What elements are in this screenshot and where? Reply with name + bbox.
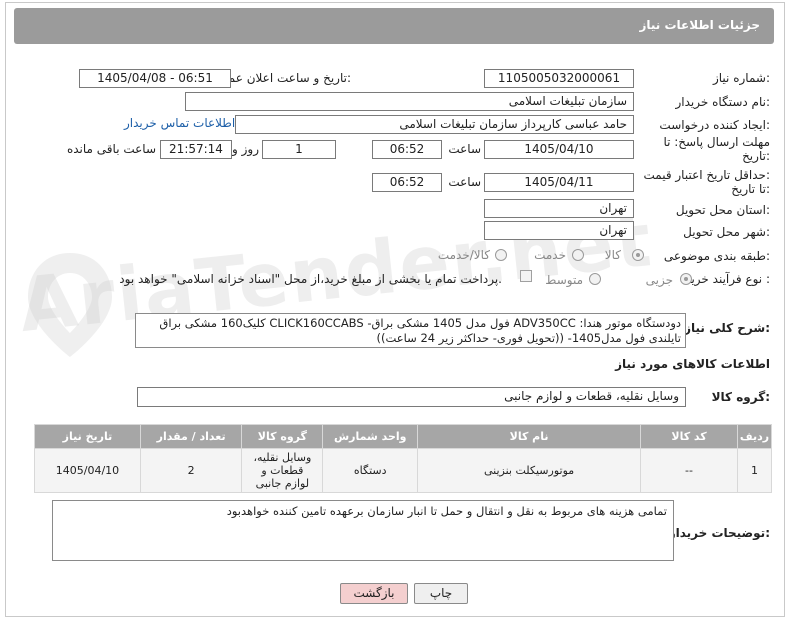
page-title: جزئیات اطلاعات نیاز	[639, 18, 760, 32]
validity-label-2: تا تاریخ:	[731, 182, 770, 196]
cell-item-code: --	[640, 448, 738, 493]
back-button[interactable]: بازگشت	[340, 583, 408, 604]
deadline-date-field: 1405/04/10	[484, 140, 634, 159]
category-service-radio[interactable]	[572, 249, 584, 261]
description-line-1: دودستگاه موتور هندا: ADV350CC فول مدل 14…	[159, 316, 681, 330]
cell-unit: دستگاه	[322, 448, 419, 493]
goods-group-label: گروه کالا:	[711, 390, 770, 404]
requester-label: ایجاد کننده درخواست:	[659, 118, 770, 132]
validity-label-1: حداقل تاریخ اعتبار قیمت:	[643, 168, 770, 182]
category-service-label: خدمت	[534, 248, 566, 262]
col-need-date: تاریخ نیاز	[34, 424, 141, 449]
announce-field: 1405/04/08 - 06:51	[79, 69, 231, 88]
province-field: تهران	[484, 199, 634, 218]
cell-group: وسایل نقلیه، قطعات و لوازم جانبی	[241, 448, 324, 493]
process-medium-radio[interactable]	[589, 273, 601, 285]
cell-row-num: 1	[736, 448, 773, 493]
col-quantity: تعداد / مقدار	[139, 424, 243, 449]
validity-time-label: ساعت	[448, 175, 481, 189]
days-label: روز و	[232, 142, 259, 156]
city-field: تهران	[484, 221, 634, 240]
col-item-name: نام کالا	[417, 424, 642, 449]
col-unit: واحد شمارش	[322, 424, 419, 449]
col-item-code: کد کالا	[640, 424, 738, 449]
process-medium-label: متوسط	[545, 273, 583, 287]
deadline-label-2: تاریخ:	[742, 149, 770, 163]
cell-need-date: 1405/04/10	[34, 448, 141, 493]
buyer-org-field: سازمان تبلیغات اسلامی	[185, 92, 634, 111]
process-partial-radio[interactable]	[680, 273, 692, 285]
category-goods-radio[interactable]	[632, 249, 644, 261]
buyer-org-label: نام دستگاه خریدار:	[675, 95, 771, 109]
goods-table: ردیف کد کالا نام کالا واحد شمارش گروه کا…	[34, 424, 773, 493]
process-label: نوع فرآیند خرید :	[685, 272, 770, 286]
treasury-payment-checkbox[interactable]	[520, 270, 532, 282]
cell-item-name: موتورسیکلت بنزینی	[417, 448, 642, 493]
table-header-row: ردیف کد کالا نام کالا واحد شمارش گروه کا…	[34, 424, 773, 449]
col-row-num: ردیف	[736, 424, 773, 449]
remaining-time-field: 21:57:14	[160, 140, 232, 159]
description-label: شرح کلی نیاز:	[684, 321, 770, 335]
cell-quantity: 2	[139, 448, 243, 493]
buyer-notes-textarea[interactable]: تمامی هزینه های مربوط به نقل و انتقال و …	[52, 500, 674, 561]
remaining-label: ساعت باقی مانده	[66, 142, 156, 156]
requester-field: حامد عباسی کارپرداز سازمان تبلیغات اسلام…	[235, 115, 634, 134]
category-both-label: کالا/خدمت	[437, 248, 490, 262]
header-bar: جزئیات اطلاعات نیاز	[14, 8, 774, 44]
category-both-radio[interactable]	[495, 249, 507, 261]
process-partial-label: جزیی	[645, 273, 673, 287]
days-remaining-field: 1	[262, 140, 336, 159]
goods-section-title: اطلاعات کالاهای مورد نیاز	[615, 357, 770, 371]
description-line-2: تایلندی فول مدل1405- ((تحویل فوری- حداکث…	[376, 331, 682, 345]
city-label: شهر محل تحویل:	[683, 225, 770, 239]
need-number-label: شماره نیاز:	[712, 71, 770, 85]
table-row: 1 -- موتورسیکلت بنزینی دستگاه وسایل نقلی…	[34, 448, 773, 493]
deadline-time-field: 06:52	[372, 140, 442, 159]
print-button[interactable]: چاپ	[414, 583, 468, 604]
treasury-payment-note: پرداخت تمام یا بخشی از مبلغ خرید،از محل …	[119, 272, 502, 286]
description-textarea[interactable]: دودستگاه موتور هندا: ADV350CC فول مدل 14…	[135, 313, 686, 348]
deadline-label-1: مهلت ارسال پاسخ: تا	[663, 135, 770, 149]
contact-info-link[interactable]: اطلاعات تماس خریدار	[124, 116, 235, 130]
category-goods-label: کالا	[604, 248, 621, 262]
col-group: گروه کالا	[241, 424, 324, 449]
goods-group-field: وسایل نقلیه، قطعات و لوازم جانبی	[137, 387, 686, 407]
category-label: طبقه بندی موضوعی:	[663, 249, 770, 263]
province-label: استان محل تحویل:	[675, 203, 770, 217]
buyer-notes-text: تمامی هزینه های مربوط به نقل و انتقال و …	[226, 504, 667, 518]
buyer-notes-label: توضیحات خریدار:	[668, 526, 770, 540]
validity-date-field: 1405/04/11	[484, 173, 634, 192]
validity-time-field: 06:52	[372, 173, 442, 192]
need-number-field: 1105005032000061	[484, 69, 634, 88]
deadline-time-label: ساعت	[448, 142, 481, 156]
